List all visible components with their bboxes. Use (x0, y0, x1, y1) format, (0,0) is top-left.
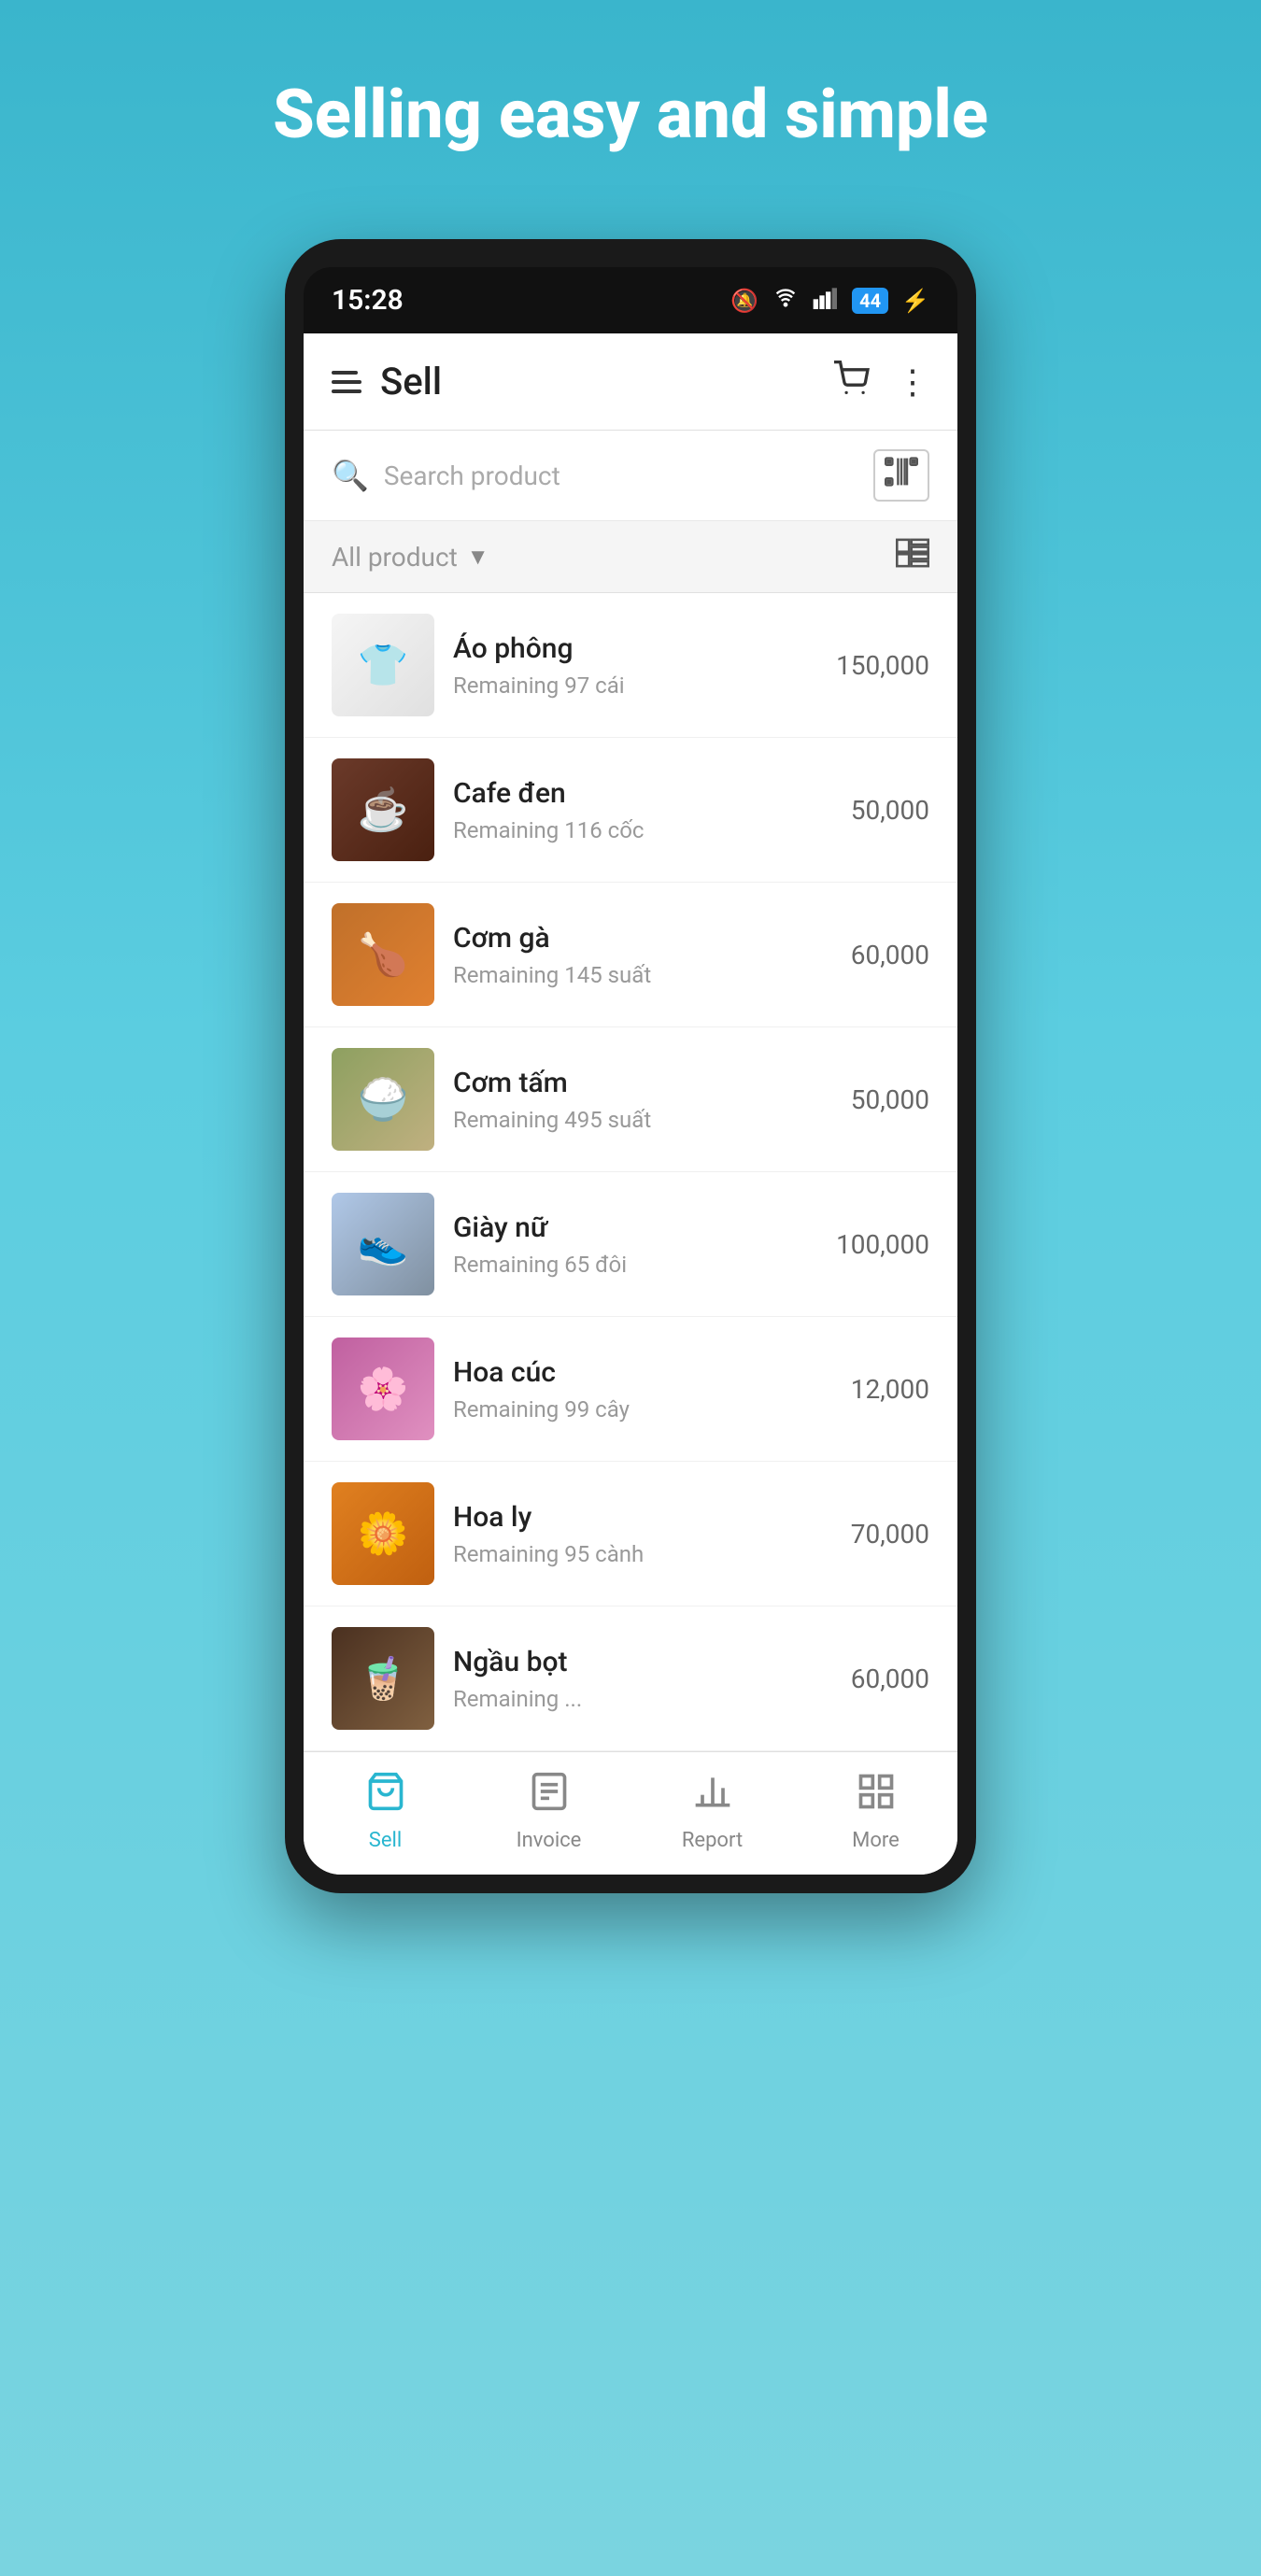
product-remaining-hoa-ly: Remaining 95 cành (453, 1541, 832, 1567)
product-name-com-tam: Cơm tấm (453, 1067, 832, 1099)
product-item-cafe-den[interactable]: ☕ Cafe đen Remaining 116 cốc 50,000 (304, 738, 957, 883)
product-name-ngau-bot: Ngầu bọt (453, 1646, 832, 1678)
product-info-com-tam: Cơm tấm Remaining 495 suất (453, 1067, 832, 1133)
cart-icon[interactable] (832, 361, 870, 403)
sell-nav-icon (365, 1771, 406, 1821)
nav-item-more[interactable]: More (794, 1752, 957, 1875)
product-info-hoa-ly: Hoa ly Remaining 95 cành (453, 1501, 832, 1567)
status-bar: 15:28 🔕 (304, 267, 957, 333)
invoice-nav-icon (529, 1771, 570, 1821)
product-name-com-ga: Cơm gà (453, 922, 832, 955)
product-info-ngau-bot: Ngầu bọt Remaining ... (453, 1646, 832, 1712)
product-info-com-ga: Cơm gà Remaining 145 suất (453, 922, 832, 988)
mute-icon: 🔕 (730, 288, 758, 314)
product-name-hoa-cuc: Hoa cúc (453, 1356, 832, 1389)
app-header: Sell ⋮ (304, 333, 957, 431)
app-content: Sell ⋮ 🔍 Search product (304, 333, 957, 1875)
more-options-icon[interactable]: ⋮ (896, 362, 929, 402)
product-remaining-com-tam: Remaining 495 suất (453, 1107, 832, 1133)
product-remaining-giay-nu: Remaining 65 đôi (453, 1252, 817, 1278)
product-image-ngau-bot: 🧋 (332, 1627, 434, 1730)
product-item-hoa-ly[interactable]: 🌼 Hoa ly Remaining 95 cành 70,000 (304, 1462, 957, 1606)
product-image-cafe-den: ☕ (332, 758, 434, 861)
product-remaining-ngau-bot: Remaining ... (453, 1686, 832, 1712)
app-title: Sell (380, 360, 442, 403)
product-remaining-cafe-den: Remaining 116 cốc (453, 817, 832, 843)
nav-label-sell: Sell (369, 1829, 402, 1852)
search-icon: 🔍 (332, 458, 369, 493)
filter-label: All product (332, 542, 458, 573)
product-price-hoa-cuc: 12,000 (851, 1374, 929, 1405)
product-price-ngau-bot: 60,000 (851, 1663, 929, 1694)
product-price-com-tam: 50,000 (851, 1084, 929, 1115)
report-nav-icon (692, 1771, 733, 1821)
charge-icon: ⚡ (901, 288, 929, 314)
product-name-ao-phong: Áo phông (453, 632, 817, 665)
product-info-giay-nu: Giày nữ Remaining 65 đôi (453, 1211, 817, 1278)
status-icons: 🔕 44 ⚡ (730, 287, 929, 315)
dropdown-arrow-icon: ▼ (467, 544, 489, 571)
nav-label-invoice: Invoice (517, 1829, 582, 1852)
more-nav-icon (856, 1771, 897, 1821)
header-right: ⋮ (832, 361, 929, 403)
product-image-com-tam: 🍚 (332, 1048, 434, 1151)
bottom-navigation: Sell Invoice (304, 1751, 957, 1875)
product-item-hoa-cuc[interactable]: 🌸 Hoa cúc Remaining 99 cây 12,000 (304, 1317, 957, 1462)
product-price-ao-phong: 150,000 (836, 650, 929, 681)
product-price-cafe-den: 50,000 (851, 795, 929, 826)
nav-item-sell[interactable]: Sell (304, 1752, 467, 1875)
header-left: Sell (332, 360, 442, 403)
product-image-hoa-ly: 🌼 (332, 1482, 434, 1585)
barcode-scanner-icon[interactable] (873, 449, 929, 502)
product-name-hoa-ly: Hoa ly (453, 1501, 832, 1534)
product-image-ao-phong: 👕 (332, 614, 434, 716)
product-price-hoa-ly: 70,000 (851, 1519, 929, 1550)
product-name-cafe-den: Cafe đen (453, 777, 832, 810)
product-remaining-ao-phong: Remaining 97 cái (453, 672, 817, 699)
product-remaining-hoa-cuc: Remaining 99 cây (453, 1396, 832, 1422)
product-image-hoa-cuc: 🌸 (332, 1338, 434, 1440)
search-placeholder: Search product (384, 460, 560, 491)
status-time: 15:28 (332, 284, 404, 317)
hamburger-menu-icon[interactable] (332, 371, 361, 393)
battery-indicator: 44 (852, 288, 888, 314)
nav-label-report: Report (682, 1829, 743, 1852)
product-price-giay-nu: 100,000 (836, 1229, 929, 1260)
signal-icon (813, 287, 839, 315)
product-item-com-ga[interactable]: 🍗 Cơm gà Remaining 145 suất 60,000 (304, 883, 957, 1027)
product-name-giay-nu: Giày nữ (453, 1211, 817, 1244)
product-item-ngau-bot[interactable]: 🧋 Ngầu bọt Remaining ... 60,000 (304, 1606, 957, 1751)
product-image-giay-nu: 👟 (332, 1193, 434, 1295)
product-image-com-ga: 🍗 (332, 903, 434, 1006)
nav-item-report[interactable]: Report (630, 1752, 794, 1875)
nav-item-invoice[interactable]: Invoice (467, 1752, 630, 1875)
product-info-cafe-den: Cafe đen Remaining 116 cốc (453, 777, 832, 843)
view-toggle-icon[interactable] (896, 538, 929, 575)
search-bar: 🔍 Search product (304, 431, 957, 521)
wifi-icon (772, 287, 800, 315)
phone-frame: 15:28 🔕 (285, 239, 976, 1893)
product-item-com-tam[interactable]: 🍚 Cơm tấm Remaining 495 suất 50,000 (304, 1027, 957, 1172)
filter-bar: All product ▼ (304, 521, 957, 593)
hero-title: Selling easy and simple (257, 75, 1004, 155)
nav-label-more: More (852, 1829, 900, 1852)
product-price-com-ga: 60,000 (851, 940, 929, 970)
product-remaining-com-ga: Remaining 145 suất (453, 962, 832, 988)
search-input-area[interactable]: 🔍 Search product (332, 458, 873, 493)
category-filter-dropdown[interactable]: All product ▼ (332, 542, 489, 573)
product-info-hoa-cuc: Hoa cúc Remaining 99 cây (453, 1356, 832, 1422)
product-info-ao-phong: Áo phông Remaining 97 cái (453, 632, 817, 699)
product-item-giay-nu[interactable]: 👟 Giày nữ Remaining 65 đôi 100,000 (304, 1172, 957, 1317)
product-list: 👕 Áo phông Remaining 97 cái 150,000 ☕ Cafe đe… (304, 593, 957, 1751)
product-item-ao-phong[interactable]: 👕 Áo phông Remaining 97 cái 150,000 (304, 593, 957, 738)
